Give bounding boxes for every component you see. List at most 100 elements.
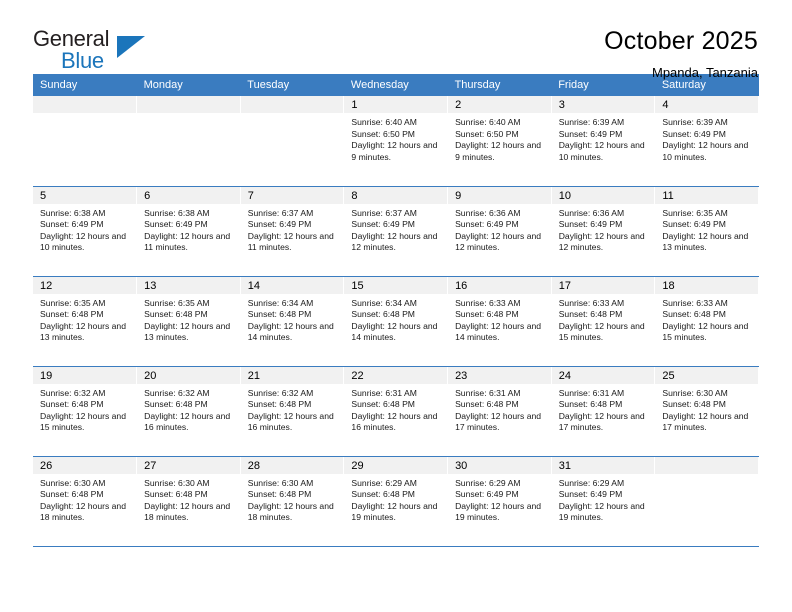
general-blue-logo: General Blue: [33, 26, 145, 74]
sunset-text: Sunset: 6:49 PM: [662, 219, 726, 230]
calendar-week-row: 5 Sunrise: 6:38 AM Sunset: 6:49 PM Daylight…: [33, 186, 759, 277]
daylight-text: Daylight: 12 hours and 17 minutes.: [455, 410, 542, 433]
sunset-text: Sunset: 6:49 PM: [455, 219, 519, 230]
day-number: 2: [448, 96, 551, 113]
calendar-day-cell[interactable]: 18 Sunrise: 6:33 AM Sunset: 6:48 PM Dayligh…: [654, 276, 759, 367]
page-title: October 2025: [604, 27, 758, 55]
sunset-text: Sunset: 6:48 PM: [351, 309, 415, 320]
day-number: 11: [655, 186, 758, 204]
day-number: 13: [137, 276, 240, 294]
sunset-text: Sunset: 6:50 PM: [351, 128, 415, 139]
day-number: 18: [655, 276, 758, 294]
day-sun-info: Sunrise: 6:29 AM Sunset: 6:49 PM Daylight:…: [448, 474, 551, 524]
sunrise-text: Sunrise: 6:31 AM: [351, 387, 417, 398]
calendar-day-cell[interactable]: 28 Sunrise: 6:30 AM Sunset: 6:48 PM Dayligh…: [240, 456, 345, 547]
calendar-day-cell-empty: [654, 456, 759, 547]
calendar-day-cell[interactable]: 20 Sunrise: 6:32 AM Sunset: 6:48 PM Dayligh…: [136, 366, 241, 457]
sunset-text: Sunset: 6:48 PM: [40, 309, 104, 320]
day-sun-info: Sunrise: 6:32 AM Sunset: 6:48 PM Daylight:…: [33, 384, 136, 434]
sunrise-text: Sunrise: 6:36 AM: [455, 207, 521, 218]
day-sun-info: Sunrise: 6:33 AM Sunset: 6:48 PM Daylight:…: [655, 294, 758, 344]
sunset-text: Sunset: 6:49 PM: [558, 489, 623, 500]
day-sun-info: Sunrise: 6:40 AM Sunset: 6:50 PM Daylight:…: [448, 113, 551, 163]
daylight-text: Daylight: 12 hours and 19 minutes.: [558, 500, 645, 523]
calendar-day-cell[interactable]: 27 Sunrise: 6:30 AM Sunset: 6:48 PM Dayligh…: [136, 456, 241, 547]
calendar-day-cell[interactable]: 8 Sunrise: 6:37 AM Sunset: 6:49 PM Daylight…: [343, 186, 449, 277]
day-number: 30: [448, 456, 551, 474]
calendar-day-cell[interactable]: 3 Sunrise: 6:39 AM Sunset: 6:49 PM Daylight…: [551, 96, 656, 187]
calendar-day-cell[interactable]: 31 Sunrise: 6:29 AM Sunset: 6:49 PM Dayligh…: [551, 456, 656, 547]
sunset-text: Sunset: 6:48 PM: [144, 489, 208, 500]
daylight-text: Daylight: 12 hours and 15 minutes.: [558, 320, 645, 343]
daylight-text: Daylight: 12 hours and 15 minutes.: [40, 410, 126, 433]
daylight-text: Daylight: 12 hours and 9 minutes.: [351, 140, 438, 162]
sunset-text: Sunset: 6:49 PM: [558, 128, 623, 139]
sunset-text: Sunset: 6:49 PM: [662, 128, 726, 139]
calendar-day-cell[interactable]: 25 Sunrise: 6:30 AM Sunset: 6:48 PM Dayligh…: [654, 366, 759, 457]
calendar-day-cell[interactable]: 4 Sunrise: 6:39 AM Sunset: 6:49 PM Daylight…: [654, 96, 759, 187]
calendar-day-cell[interactable]: 14 Sunrise: 6:34 AM Sunset: 6:48 PM Dayligh…: [240, 276, 345, 367]
day-number: 9: [448, 186, 551, 204]
calendar-day-cell[interactable]: 13 Sunrise: 6:35 AM Sunset: 6:48 PM Dayligh…: [136, 276, 241, 367]
day-sun-info: Sunrise: 6:32 AM Sunset: 6:48 PM Daylight:…: [137, 384, 240, 434]
calendar-day-cell[interactable]: 6 Sunrise: 6:38 AM Sunset: 6:49 PM Daylight…: [136, 186, 241, 277]
calendar-day-cell[interactable]: 5 Sunrise: 6:38 AM Sunset: 6:49 PM Daylight…: [33, 186, 138, 277]
calendar-day-cell[interactable]: 26 Sunrise: 6:30 AM Sunset: 6:48 PM Dayligh…: [33, 456, 138, 547]
calendar-day-cell-empty: [136, 96, 241, 187]
day-number: 20: [137, 366, 240, 384]
day-number: [137, 96, 240, 113]
sunset-text: Sunset: 6:48 PM: [247, 489, 312, 500]
calendar-day-cell[interactable]: 19 Sunrise: 6:32 AM Sunset: 6:48 PM Dayligh…: [33, 366, 138, 457]
day-number: 16: [448, 276, 551, 294]
calendar-day-cell[interactable]: 17 Sunrise: 6:33 AM Sunset: 6:48 PM Dayligh…: [551, 276, 656, 367]
day-number: 25: [655, 366, 758, 384]
calendar-day-cell[interactable]: 16 Sunrise: 6:33 AM Sunset: 6:48 PM Dayligh…: [447, 276, 552, 367]
calendar-day-cell[interactable]: 15 Sunrise: 6:34 AM Sunset: 6:48 PM Dayligh…: [343, 276, 449, 367]
calendar-day-cell[interactable]: 22 Sunrise: 6:31 AM Sunset: 6:48 PM Dayligh…: [343, 366, 449, 457]
daylight-text: Daylight: 12 hours and 11 minutes.: [144, 230, 231, 253]
sunrise-text: Sunrise: 6:33 AM: [662, 297, 728, 308]
sunrise-text: Sunrise: 6:39 AM: [558, 117, 625, 127]
day-sun-info: Sunrise: 6:40 AM Sunset: 6:50 PM Daylight:…: [344, 113, 447, 163]
day-number: 6: [137, 186, 240, 204]
day-number: 14: [240, 276, 344, 294]
day-number: 24: [551, 366, 655, 384]
calendar-day-cell[interactable]: 10 Sunrise: 6:36 AM Sunset: 6:49 PM Dayligh…: [551, 186, 656, 277]
daylight-text: Daylight: 12 hours and 9 minutes.: [455, 140, 542, 162]
sunset-text: Sunset: 6:49 PM: [40, 219, 104, 230]
sunset-text: Sunset: 6:49 PM: [351, 219, 415, 230]
calendar-day-cell[interactable]: 30 Sunrise: 6:29 AM Sunset: 6:49 PM Dayligh…: [447, 456, 552, 547]
day-number: 5: [33, 186, 137, 204]
logo-triangle-icon: [117, 36, 145, 58]
calendar-day-cell[interactable]: 12 Sunrise: 6:35 AM Sunset: 6:48 PM Dayligh…: [33, 276, 138, 367]
sunset-text: Sunset: 6:50 PM: [455, 128, 519, 139]
daylight-text: Daylight: 12 hours and 19 minutes.: [455, 500, 542, 523]
sunrise-text: Sunrise: 6:29 AM: [351, 477, 417, 488]
daylight-text: Daylight: 12 hours and 16 minutes.: [144, 410, 231, 433]
daylight-text: Daylight: 12 hours and 10 minutes.: [40, 230, 126, 253]
calendar-day-cell[interactable]: 2 Sunrise: 6:40 AM Sunset: 6:50 PM Daylight…: [447, 96, 552, 187]
day-number: 17: [551, 276, 655, 294]
calendar-day-cell[interactable]: 21 Sunrise: 6:32 AM Sunset: 6:48 PM Dayligh…: [240, 366, 345, 457]
day-number: 4: [655, 96, 758, 113]
calendar-day-cell[interactable]: 11 Sunrise: 6:35 AM Sunset: 6:49 PM Dayligh…: [654, 186, 759, 277]
day-sun-info: Sunrise: 6:31 AM Sunset: 6:48 PM Daylight:…: [448, 384, 551, 434]
calendar-day-cell[interactable]: 9 Sunrise: 6:36 AM Sunset: 6:49 PM Daylight…: [447, 186, 552, 277]
daylight-text: Daylight: 12 hours and 14 minutes.: [455, 320, 542, 343]
day-sun-info: Sunrise: 6:30 AM Sunset: 6:48 PM Daylight:…: [137, 474, 240, 524]
calendar-day-cell[interactable]: 24 Sunrise: 6:31 AM Sunset: 6:48 PM Dayligh…: [551, 366, 656, 457]
weekday-header-wednesday: Wednesday: [343, 74, 448, 96]
calendar-day-cell[interactable]: 7 Sunrise: 6:37 AM Sunset: 6:49 PM Daylight…: [240, 186, 345, 277]
day-sun-info: Sunrise: 6:29 AM Sunset: 6:48 PM Daylight:…: [344, 474, 447, 524]
sunset-text: Sunset: 6:48 PM: [144, 309, 208, 320]
title-block: October 2025 Mpanda, Tanzania: [604, 26, 758, 82]
calendar-day-cell[interactable]: 29 Sunrise: 6:29 AM Sunset: 6:48 PM Dayligh…: [343, 456, 449, 547]
day-number: 8: [344, 186, 448, 204]
daylight-text: Daylight: 12 hours and 15 minutes.: [662, 320, 749, 343]
sunrise-text: Sunrise: 6:30 AM: [662, 387, 728, 398]
calendar-day-cell[interactable]: 1 Sunrise: 6:40 AM Sunset: 6:50 PM Daylight…: [343, 96, 449, 187]
calendar-day-cell[interactable]: 23 Sunrise: 6:31 AM Sunset: 6:48 PM Dayligh…: [447, 366, 552, 457]
day-number: 26: [33, 456, 137, 474]
day-sun-info: Sunrise: 6:29 AM Sunset: 6:49 PM Daylight:…: [552, 474, 655, 524]
calendar-week-row: 19 Sunrise: 6:32 AM Sunset: 6:48 PM Dayligh…: [33, 366, 759, 457]
